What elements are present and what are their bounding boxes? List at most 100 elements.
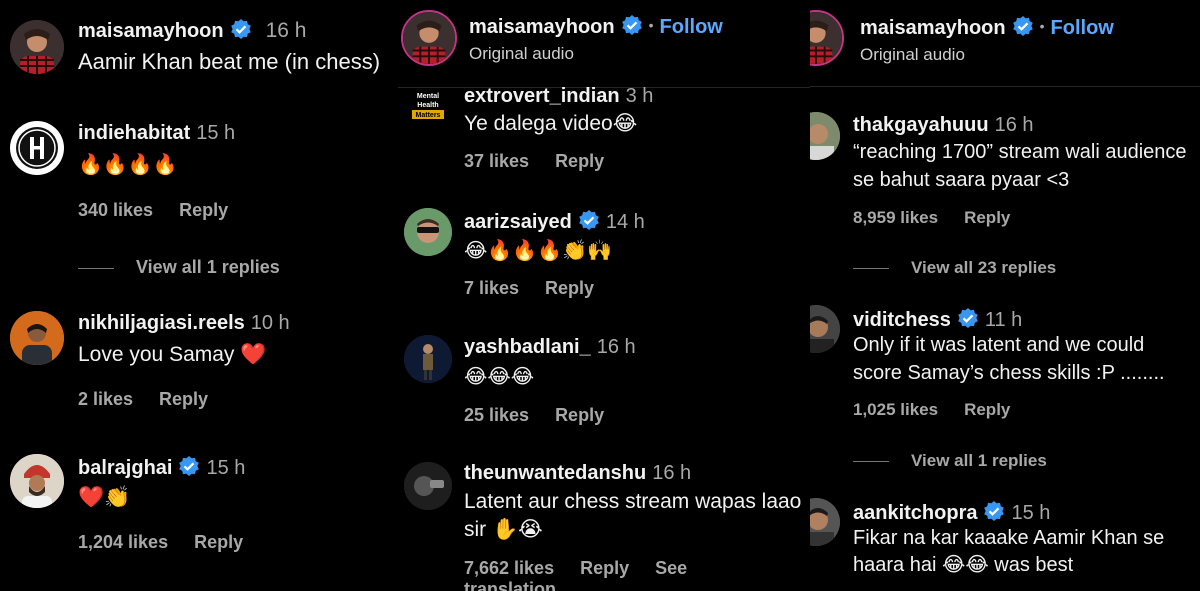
view-replies-button[interactable]: View all 23 replies (853, 258, 1056, 278)
audio-label[interactable]: Original audio (469, 44, 574, 64)
comment-username[interactable]: aankitchopra (853, 502, 977, 524)
commenter-avatar[interactable] (10, 454, 64, 508)
comment-username[interactable]: indiehabitat (78, 122, 190, 144)
comment-actions: 8,959 likes Reply (853, 208, 1036, 228)
reply-button[interactable]: Reply (580, 558, 629, 578)
like-count[interactable]: 7 likes (464, 278, 519, 298)
comment-username[interactable]: thakgayahuuu (853, 114, 989, 136)
comment-header: balrajghai 15 h (78, 455, 245, 482)
comment-actions: 2 likes Reply (78, 389, 234, 410)
creator-avatar[interactable] (401, 10, 457, 66)
commenter-avatar[interactable]: Mental Health Matters (408, 88, 448, 128)
commenter-avatar[interactable] (810, 498, 840, 546)
comment-time: 15 h (206, 457, 246, 479)
comment-time: 3 h (625, 85, 654, 107)
follow-button[interactable]: Follow (660, 16, 723, 38)
verified-badge-icon (621, 14, 643, 41)
comment-text-line1: Fikar na kar kaaake Aamir Khan se (853, 527, 1165, 549)
comment-username[interactable]: theunwantedanshu (464, 462, 646, 484)
post-time: 16 h (265, 19, 307, 42)
reply-button[interactable]: Reply (545, 278, 594, 298)
comment-username[interactable]: aarizsaiyed (464, 211, 572, 233)
creator-avatar[interactable] (810, 10, 844, 66)
svg-text:Health: Health (417, 102, 438, 109)
comment-header: yashbadlani_ 16 h (464, 336, 636, 359)
view-replies-button[interactable]: View all 1 replies (78, 257, 280, 278)
comment-time: 16 h (994, 114, 1034, 136)
verified-badge-icon (230, 18, 252, 45)
comment-text-line2: sir ✋😭 (464, 518, 543, 541)
comment-header: aarizsaiyed 14 h (464, 209, 645, 236)
like-count[interactable]: 25 likes (464, 405, 529, 425)
comment-text-line2: se bahut saara pyaar <3 (853, 169, 1070, 191)
commenter-avatar[interactable] (404, 208, 452, 256)
comment-text-line2: score Samay’s chess skills :P ........ (853, 362, 1165, 384)
user-avatar[interactable] (10, 20, 64, 74)
view-replies-button[interactable]: View all 1 replies (853, 451, 1047, 471)
commenter-avatar[interactable] (810, 305, 840, 353)
view-replies-label: View all 1 replies (136, 257, 280, 277)
verified-badge-icon (578, 209, 600, 236)
svg-text:Matters: Matters (416, 112, 441, 119)
commenter-avatar[interactable] (810, 112, 840, 160)
follow-button[interactable]: Follow (1051, 17, 1114, 39)
verified-badge-icon (178, 455, 200, 482)
comment-time: 10 h (250, 312, 290, 334)
like-count[interactable]: 1,204 likes (78, 532, 168, 552)
comment-text-line1: “reaching 1700” stream wali audience (853, 141, 1187, 163)
comment-text: ❤️👏 (78, 486, 131, 509)
reply-button[interactable]: Reply (964, 208, 1010, 227)
comment-header: aankitchopra 15 h (853, 500, 1050, 527)
commenter-avatar[interactable] (10, 121, 64, 175)
post-caption: Aamir Khan beat me (in chess) (78, 49, 381, 74)
comment-actions: 340 likes Reply (78, 200, 254, 221)
commenter-avatar[interactable] (404, 335, 452, 383)
like-count[interactable]: 7,662 likes (464, 558, 554, 578)
comment-time: 14 h (605, 211, 645, 233)
comment-text-line1: Only if it was latent and we could (853, 334, 1145, 356)
like-count[interactable]: 2 likes (78, 389, 133, 409)
comment-username[interactable]: nikhiljagiasi.reels (78, 312, 245, 334)
like-count[interactable]: 8,959 likes (853, 208, 938, 227)
reply-button[interactable]: Reply (964, 400, 1010, 419)
reply-button[interactable]: Reply (555, 151, 604, 171)
comment-text: Love you Samay ❤️ (78, 343, 267, 366)
verified-badge-icon (983, 500, 1005, 527)
creator-username[interactable]: maisamayhoon (469, 16, 615, 38)
comment-text: 😂🔥🔥🔥👏🙌 (464, 240, 612, 262)
comment-username[interactable]: yashbadlani_ (464, 336, 591, 358)
audio-label[interactable]: Original audio (860, 45, 965, 65)
like-count[interactable]: 37 likes (464, 151, 529, 171)
comment-header: thakgayahuuu 16 h (853, 114, 1034, 137)
comment-text: 😂😂😂 (464, 366, 535, 388)
like-count[interactable]: 340 likes (78, 200, 153, 220)
commenter-avatar[interactable] (404, 462, 452, 510)
post-username[interactable]: maisamayhoon (78, 20, 224, 42)
reply-button[interactable]: Reply (159, 389, 208, 409)
comment-time: 11 h (984, 309, 1023, 331)
reply-button[interactable]: Reply (555, 405, 604, 425)
commenter-avatar[interactable] (10, 311, 64, 365)
post-header: maisamayhoon 16 h (78, 18, 306, 45)
view-replies-label: View all 23 replies (911, 258, 1057, 277)
divider-line (78, 267, 114, 269)
comments-panel-left: maisamayhoon 16 h Aamir Khan beat me (in … (0, 0, 398, 591)
reply-button[interactable]: Reply (179, 200, 228, 220)
like-count[interactable]: 1,025 likes (853, 400, 938, 419)
comment-actions: 25 likes Reply (464, 405, 630, 426)
divider-line (853, 268, 889, 270)
comment-text: Ye dalega video😂 (464, 112, 638, 135)
creator-header: maisamayhoon • Follow (860, 15, 1114, 42)
comment-username[interactable]: viditchess (853, 309, 951, 331)
comment-username[interactable]: balrajghai (78, 457, 172, 479)
creator-header: maisamayhoon • Follow (469, 14, 723, 41)
reply-button[interactable]: Reply (194, 532, 243, 552)
svg-text:Mental: Mental (417, 93, 439, 100)
creator-username[interactable]: maisamayhoon (860, 17, 1006, 39)
verified-badge-icon (1012, 15, 1034, 42)
divider-line (853, 461, 889, 463)
comments-panel-middle: maisamayhoon • Follow Original audio Menta… (398, 0, 810, 591)
comment-username[interactable]: extrovert_indian (464, 85, 620, 107)
comment-header: nikhiljagiasi.reels 10 h (78, 312, 290, 335)
comment-actions: 1,204 likes Reply (78, 532, 269, 553)
